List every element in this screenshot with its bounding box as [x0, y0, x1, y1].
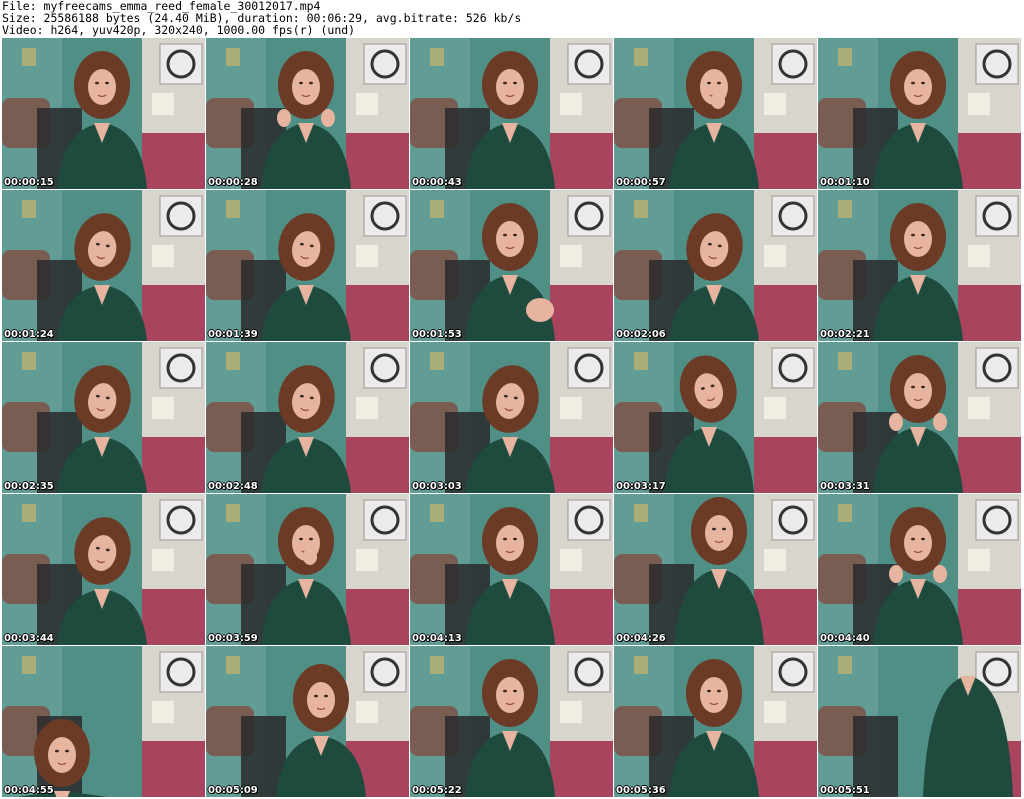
video-thumbnail: 00:01:10: [818, 38, 1021, 189]
video-thumbnail: 00:00:57: [614, 38, 817, 189]
video-thumbnail: 00:00:43: [410, 38, 613, 189]
thumbnail-image: [2, 342, 205, 493]
thumbnail-timestamp: 00:04:40: [820, 633, 870, 644]
thumbnail-timestamp: 00:03:31: [820, 481, 870, 492]
thumbnail-image: [410, 190, 613, 341]
file-info-header: File: myfreecams_emma_reed_female_300120…: [2, 0, 1022, 36]
video-thumbnail: 00:05:36: [614, 646, 817, 797]
thumbnail-timestamp: 00:03:44: [4, 633, 54, 644]
video-thumbnail: 00:01:39: [206, 190, 409, 341]
thumbnail-timestamp: 00:01:39: [208, 329, 258, 340]
thumbnail-image: [818, 646, 1021, 797]
thumbnail-image: [206, 342, 409, 493]
thumbnail-timestamp: 00:02:35: [4, 481, 54, 492]
video-thumbnail: 00:03:59: [206, 494, 409, 645]
thumbnail-timestamp: 00:05:22: [412, 785, 462, 796]
thumbnail-image: [614, 342, 817, 493]
thumbnail-timestamp: 00:04:13: [412, 633, 462, 644]
video-thumbnail: 00:02:06: [614, 190, 817, 341]
thumbnail-image: [410, 494, 613, 645]
thumbnail-image: [206, 494, 409, 645]
thumbnail-timestamp: 00:04:26: [616, 633, 666, 644]
thumbnail-image: [410, 38, 613, 189]
video-thumbnail: 00:03:44: [2, 494, 205, 645]
video-thumbnail: 00:04:55: [2, 646, 205, 797]
video-thumbnail: 00:01:24: [2, 190, 205, 341]
thumbnail-image: [2, 494, 205, 645]
thumbnail-timestamp: 00:05:09: [208, 785, 258, 796]
thumbnail-image: [206, 646, 409, 797]
thumbnail-timestamp: 00:03:03: [412, 481, 462, 492]
thumbnail-timestamp: 00:02:48: [208, 481, 258, 492]
thumbnail-image: [614, 646, 817, 797]
thumbnail-image: [818, 38, 1021, 189]
thumbnail-image: [410, 342, 613, 493]
thumbnail-image: [206, 190, 409, 341]
thumbnail-image: [818, 190, 1021, 341]
thumbnail-image: [614, 38, 817, 189]
thumbnail-timestamp: 00:00:57: [616, 177, 666, 188]
thumbnail-image: [206, 38, 409, 189]
video-info-line: Video: h264, yuv420p, 320x240, 1000.00 f…: [2, 23, 356, 37]
thumbnail-grid: 00:00:15 00:00:28 00:00:43 00:00:57 00:0…: [2, 38, 1022, 798]
video-thumbnail: 00:03:17: [614, 342, 817, 493]
thumbnail-timestamp: 00:05:51: [820, 785, 870, 796]
video-thumbnail: 00:03:03: [410, 342, 613, 493]
thumbnail-timestamp: 00:05:36: [616, 785, 666, 796]
thumbnail-image: [614, 494, 817, 645]
video-thumbnail: 00:01:53: [410, 190, 613, 341]
thumbnail-timestamp: 00:01:10: [820, 177, 870, 188]
thumbnail-image: [614, 190, 817, 341]
thumbnail-timestamp: 00:01:53: [412, 329, 462, 340]
video-thumbnail: 00:05:51: [818, 646, 1021, 797]
video-thumbnail: 00:04:26: [614, 494, 817, 645]
thumbnail-image: [2, 190, 205, 341]
video-thumbnail: 00:00:15: [2, 38, 205, 189]
thumbnail-timestamp: 00:02:06: [616, 329, 666, 340]
video-thumbnail: 00:03:31: [818, 342, 1021, 493]
video-thumbnail: 00:02:48: [206, 342, 409, 493]
video-thumbnail: 00:02:21: [818, 190, 1021, 341]
video-thumbnail: 00:02:35: [2, 342, 205, 493]
thumbnail-timestamp: 00:00:28: [208, 177, 258, 188]
thumbnail-timestamp: 00:04:55: [4, 785, 54, 796]
thumbnail-image: [410, 646, 613, 797]
thumbnail-image: [2, 38, 205, 189]
thumbnail-image: [818, 494, 1021, 645]
thumbnail-timestamp: 00:00:15: [4, 177, 54, 188]
video-thumbnail: 00:00:28: [206, 38, 409, 189]
thumbnail-timestamp: 00:03:17: [616, 481, 666, 492]
video-thumbnail: 00:05:09: [206, 646, 409, 797]
thumbnail-timestamp: 00:03:59: [208, 633, 258, 644]
video-thumbnail: 00:04:13: [410, 494, 613, 645]
thumbnail-timestamp: 00:02:21: [820, 329, 870, 340]
video-thumbnail: 00:05:22: [410, 646, 613, 797]
thumbnail-timestamp: 00:01:24: [4, 329, 54, 340]
thumbnail-image: [818, 342, 1021, 493]
thumbnail-timestamp: 00:00:43: [412, 177, 462, 188]
thumbnail-image: [2, 646, 205, 797]
video-thumbnail: 00:04:40: [818, 494, 1021, 645]
